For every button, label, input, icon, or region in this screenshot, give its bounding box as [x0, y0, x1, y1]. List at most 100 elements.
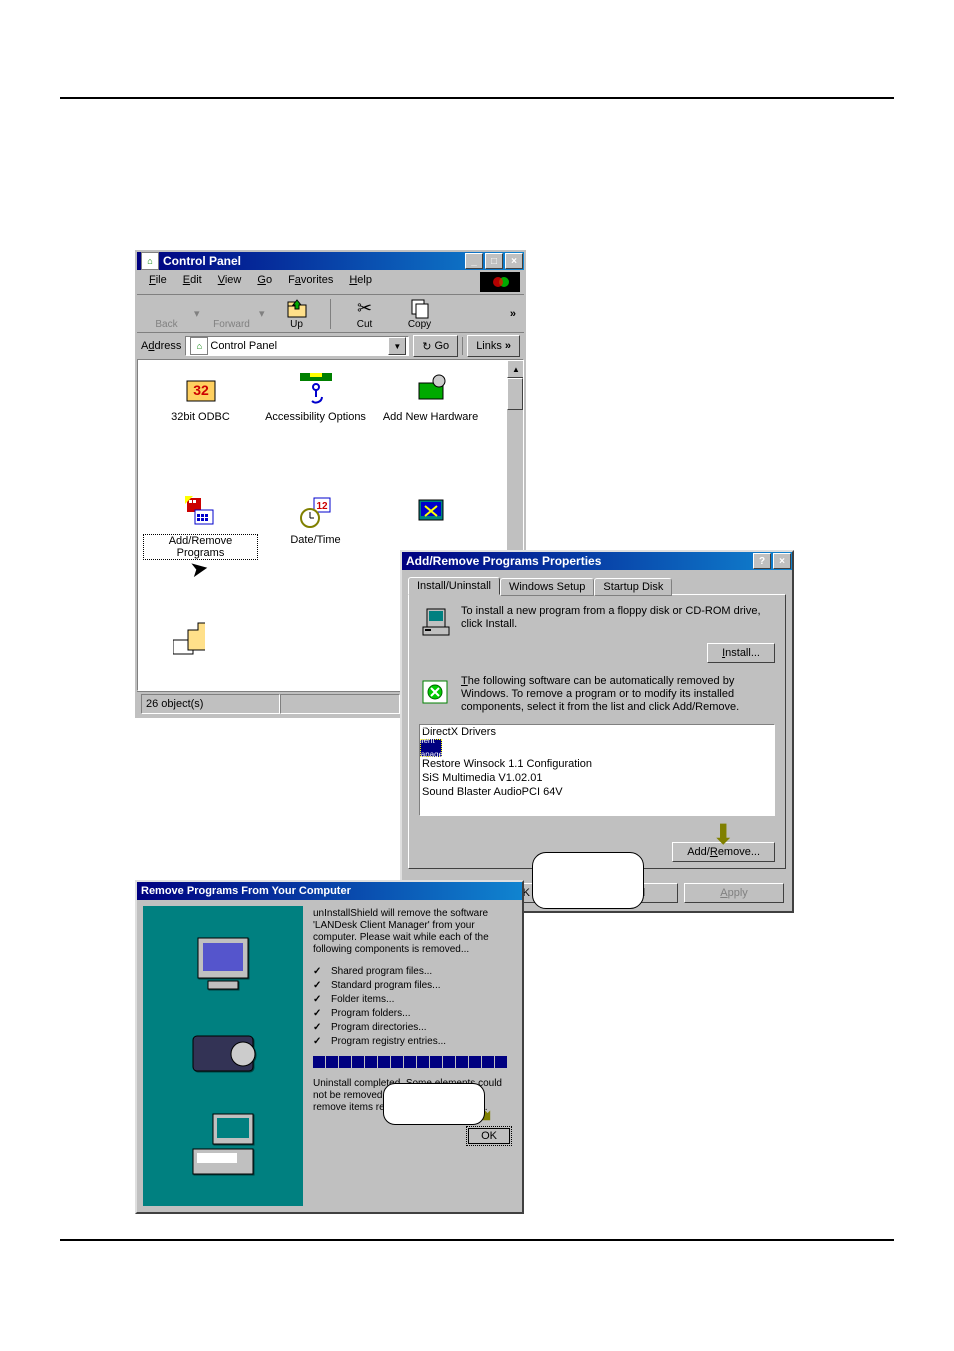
- up-icon: [286, 297, 308, 319]
- remove-text: The following software can be automatica…: [461, 675, 775, 714]
- svg-text:32: 32: [193, 382, 209, 398]
- wizard-body: unInstallShield will remove the software…: [137, 900, 522, 1212]
- item-accessibility[interactable]: Accessibility Options: [258, 365, 373, 488]
- address-input[interactable]: ⌂ Control Panel ▼: [185, 336, 409, 356]
- tab-windows-setup[interactable]: Windows Setup: [500, 578, 594, 596]
- install-text: To install a new program from a floppy d…: [461, 605, 775, 631]
- tab-startup-disk[interactable]: Startup Disk: [594, 578, 672, 596]
- item-32bit-odbc[interactable]: 32 32bit ODBC: [143, 365, 258, 488]
- separator: [330, 299, 331, 329]
- wizard-titlebar[interactable]: Remove Programs From Your Computer: [137, 882, 522, 900]
- status-text: 26 object(s): [141, 694, 280, 714]
- check-item: ✓Folder items...: [313, 994, 512, 1006]
- go-button[interactable]: ↻ Go: [413, 335, 458, 357]
- go-icon: ↻: [422, 340, 431, 353]
- menu-view[interactable]: View: [210, 272, 250, 292]
- check-icon: ✓: [313, 1008, 327, 1020]
- dropdown-icon: ▾: [259, 307, 269, 320]
- item-folder1[interactable]: [143, 611, 288, 691]
- dialog-titlebar[interactable]: Add/Remove Programs Properties ? ×: [402, 552, 792, 570]
- menu-bar: File Edit View Go Favorites Help: [137, 270, 524, 294]
- cut-icon: ✂: [354, 297, 376, 319]
- item-add-hardware[interactable]: Add New Hardware: [373, 365, 488, 488]
- folder-icon: [173, 619, 205, 651]
- ok-button[interactable]: OK: [466, 1126, 512, 1146]
- bottom-rule: [60, 1239, 894, 1241]
- tab-panel: To install a new program from a floppy d…: [408, 594, 786, 869]
- list-item[interactable]: SiS Multimedia V1.02.01: [420, 771, 774, 785]
- address-bar: Address ⌂ Control Panel ▼ ↻ Go Links »: [137, 332, 524, 359]
- list-item[interactable]: Restore Winsock 1.1 Configuration: [420, 757, 774, 771]
- status-cell: [280, 694, 400, 714]
- back-icon: ⬅: [156, 297, 178, 319]
- callout: [532, 852, 644, 909]
- install-icon: [419, 605, 451, 637]
- wizard-right: unInstallShield will remove the software…: [309, 900, 522, 1212]
- add-remove-dialog: Add/Remove Programs Properties ? × Insta…: [400, 550, 794, 913]
- menu-favorites[interactable]: Favorites: [280, 272, 341, 292]
- up-button[interactable]: Up: [269, 297, 324, 330]
- callout: [383, 1083, 485, 1125]
- help-button[interactable]: ?: [753, 553, 771, 569]
- forward-icon: ➡: [221, 297, 243, 319]
- check-item: ✓Program folders...: [313, 1008, 512, 1020]
- tab-install-uninstall[interactable]: Install/Uninstall: [408, 577, 500, 595]
- toolbar-chevron[interactable]: »: [504, 308, 522, 320]
- app-icon: ⌂: [141, 252, 159, 270]
- check-item: ✓Shared program files...: [313, 966, 512, 978]
- address-label: Address: [141, 340, 181, 352]
- address-dropdown[interactable]: ▼: [388, 337, 406, 355]
- accessibility-icon: [300, 373, 332, 405]
- back-button: ⬅Back: [139, 297, 194, 330]
- check-item: ✓Program directories...: [313, 1022, 512, 1034]
- dropdown-icon: ▾: [194, 307, 204, 320]
- close-button[interactable]: ×: [773, 553, 791, 569]
- item-add-remove-programs[interactable]: Add/Remove Programs: [143, 488, 258, 611]
- copy-icon: [409, 297, 431, 319]
- list-item[interactable]: DirectX Drivers: [420, 725, 774, 739]
- hardware-icon: [415, 373, 447, 405]
- folder-icon: ⌂: [190, 337, 208, 355]
- scroll-thumb[interactable]: [507, 378, 523, 410]
- menu-go[interactable]: Go: [249, 272, 280, 292]
- generic-icon: [415, 496, 447, 528]
- arrow-icon: ⬇: [712, 818, 735, 851]
- scroll-up-button[interactable]: ▲: [507, 360, 524, 378]
- wizard-image: [143, 906, 303, 1206]
- uninstall-wizard: Remove Programs From Your Computer unIns…: [135, 880, 524, 1214]
- titlebar[interactable]: ⌂ Control Panel _ □ ×: [137, 252, 524, 270]
- close-button[interactable]: ×: [505, 253, 523, 269]
- top-rule: [60, 97, 894, 99]
- programs-icon: [185, 496, 217, 528]
- remove-icon: [419, 675, 451, 707]
- menu-edit[interactable]: Edit: [175, 272, 210, 292]
- program-list[interactable]: DirectX Drivers LANDesk Client Manager 3…: [419, 724, 775, 816]
- copy-button[interactable]: Copy: [392, 297, 447, 330]
- check-icon: ✓: [313, 980, 327, 992]
- check-icon: ✓: [313, 966, 327, 978]
- item-date-time[interactable]: 12 Date/Time: [258, 488, 373, 611]
- separator: [462, 337, 463, 355]
- menu-help[interactable]: Help: [341, 272, 380, 292]
- maximize-button[interactable]: □: [485, 253, 503, 269]
- menu-file[interactable]: File: [141, 272, 175, 292]
- cut-button[interactable]: ✂Cut: [337, 297, 392, 330]
- odbc-icon: 32: [185, 373, 217, 405]
- wizard-title: Remove Programs From Your Computer: [141, 885, 351, 897]
- links-button[interactable]: Links »: [467, 335, 520, 357]
- forward-button: ➡Forward: [204, 297, 259, 330]
- remove-section: The following software can be automatica…: [419, 675, 775, 714]
- progress-bar: [313, 1056, 512, 1070]
- dialog-title: Add/Remove Programs Properties: [406, 554, 601, 568]
- install-button[interactable]: Install...: [707, 643, 775, 663]
- install-button-row: Install...: [419, 647, 775, 659]
- list-item-selected[interactable]: LANDesk Client Manager 3.32: [420, 739, 442, 757]
- item-blank2: [288, 611, 403, 691]
- minimize-button[interactable]: _: [465, 253, 483, 269]
- wizard-intro: unInstallShield will remove the software…: [313, 908, 512, 956]
- window-title: Control Panel: [163, 254, 241, 268]
- list-item[interactable]: Sound Blaster AudioPCI 64V: [420, 785, 774, 799]
- window-buttons: _ □ ×: [464, 252, 524, 270]
- install-section: To install a new program from a floppy d…: [419, 605, 775, 637]
- check-icon: ✓: [313, 994, 327, 1006]
